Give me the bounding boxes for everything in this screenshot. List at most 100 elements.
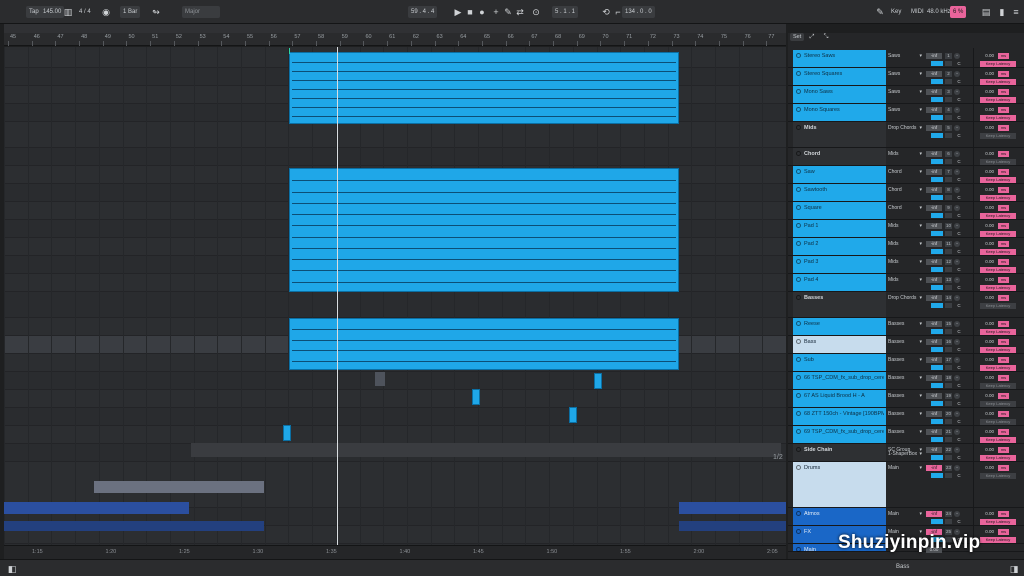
track-name-header[interactable]: Mono Saws bbox=[793, 86, 886, 103]
track-row[interactable]: Pad 3 Mids -inf12◦ C 0.00 ms Keep Latency bbox=[788, 256, 1024, 274]
delay-unit-button[interactable]: ms bbox=[998, 393, 1009, 399]
meter-field[interactable]: 4 / 4 bbox=[76, 6, 94, 18]
track-delay-field[interactable]: 0.00 bbox=[974, 205, 994, 211]
send-button[interactable] bbox=[945, 267, 952, 272]
fold-toggle-icon[interactable] bbox=[796, 511, 801, 516]
keep-latency-toggle[interactable]: Keep Latency bbox=[980, 347, 1016, 353]
track-row[interactable]: Pad 4 Mids -inf13◦ C 0.00 ms Keep Latency bbox=[788, 274, 1024, 292]
track-number[interactable]: 18 bbox=[945, 375, 952, 381]
solo-icon[interactable]: ◦ bbox=[954, 89, 960, 95]
delay-unit-button[interactable]: ms bbox=[998, 53, 1009, 59]
draw-mode-icon[interactable]: ✎ bbox=[874, 6, 886, 18]
quantize-select[interactable]: 1 Bar bbox=[120, 6, 141, 18]
volume-field[interactable]: -inf bbox=[926, 375, 942, 381]
track-name-header[interactable]: Atmos bbox=[793, 508, 886, 525]
track-row[interactable]: Mono Squares Saws -inf4◦ C 0.00 ms Keep Latenc… bbox=[788, 104, 1024, 122]
fold-toggle-icon[interactable] bbox=[796, 447, 801, 452]
loop-start-field[interactable]: 5 . 1 . 1 bbox=[552, 6, 579, 18]
pan-field[interactable] bbox=[931, 195, 943, 200]
send-button[interactable] bbox=[945, 519, 952, 524]
fold-toggle-icon[interactable] bbox=[796, 295, 801, 300]
pan-center[interactable]: C bbox=[956, 159, 962, 164]
time-ruler[interactable]: 1:15 1:20 1:25 1:30 1:35 1:40 1:45 1:50 1:55 2:00… bbox=[4, 545, 786, 559]
delay-unit-button[interactable]: ms bbox=[998, 511, 1009, 517]
fold-toggle-icon[interactable] bbox=[796, 169, 801, 174]
track-row[interactable]: Sawtooth Chord -inf8◦ C 0.00 ms Keep Latency bbox=[788, 184, 1024, 202]
delay-unit-button[interactable]: ms bbox=[998, 277, 1009, 283]
keep-latency-toggle[interactable]: Keep Latency bbox=[980, 365, 1016, 371]
track-number[interactable]: 14 bbox=[945, 295, 952, 301]
delay-unit-button[interactable]: ms bbox=[998, 241, 1009, 247]
solo-icon[interactable]: ◦ bbox=[954, 465, 960, 471]
audio-clip[interactable] bbox=[4, 502, 189, 514]
track-row[interactable]: Sub Basses -inf17◦ C 0.00 ms Keep Latency bbox=[788, 354, 1024, 372]
keep-latency-toggle[interactable]: Keep Latency bbox=[980, 213, 1016, 219]
arrangement-lane[interactable] bbox=[4, 292, 786, 318]
track-row[interactable]: Stereo Squares Saws -inf2◦ C 0.00 ms Keep Late… bbox=[788, 68, 1024, 86]
track-row[interactable]: Mids Drop Chords -inf5◦ C 0.00 ms Keep Latency bbox=[788, 122, 1024, 148]
track-number[interactable]: 19 bbox=[945, 393, 952, 399]
arrangement-lane[interactable] bbox=[4, 122, 786, 148]
collapse-icon[interactable]: ⤡ bbox=[822, 33, 830, 41]
fold-toggle-icon[interactable] bbox=[796, 53, 801, 58]
loop-icon[interactable]: ⟲ bbox=[600, 6, 612, 18]
volume-field[interactable]: -inf bbox=[926, 357, 942, 363]
track-number[interactable]: 17 bbox=[945, 357, 952, 363]
volume-field[interactable]: -inf bbox=[926, 295, 942, 301]
keep-latency-toggle[interactable]: Keep Latency bbox=[980, 473, 1016, 479]
pan-center[interactable]: C bbox=[956, 97, 962, 102]
output-routing-select[interactable]: Main bbox=[888, 511, 922, 517]
pan-center[interactable]: C bbox=[956, 79, 962, 84]
track-delay-field[interactable]: 0.00 bbox=[974, 295, 994, 301]
solo-icon[interactable]: ◦ bbox=[954, 375, 960, 381]
pan-center[interactable]: C bbox=[956, 419, 962, 424]
delay-unit-button[interactable]: ms bbox=[998, 447, 1009, 453]
pan-field[interactable] bbox=[931, 249, 943, 254]
output-routing-select[interactable]: Saws bbox=[888, 71, 922, 77]
pan-center[interactable]: C bbox=[956, 303, 962, 308]
track-number[interactable]: 20 bbox=[945, 411, 952, 417]
send-button[interactable] bbox=[945, 115, 952, 120]
track-delay-field[interactable]: 0.00 bbox=[974, 151, 994, 157]
send-button[interactable] bbox=[945, 231, 952, 236]
send-button[interactable] bbox=[945, 177, 952, 182]
keep-latency-toggle[interactable]: Keep Latency bbox=[980, 383, 1016, 389]
send-button[interactable] bbox=[945, 61, 952, 66]
track-name-header[interactable]: Saw bbox=[793, 166, 886, 183]
delay-unit-button[interactable]: ms bbox=[998, 529, 1009, 535]
output-routing-select[interactable]: Basses bbox=[888, 411, 922, 417]
fold-toggle-icon[interactable] bbox=[796, 205, 801, 210]
volume-field[interactable]: -inf bbox=[926, 187, 942, 193]
bar-ruler[interactable]: 45 46 47 48 49 50 51 52 53 54 55 56 57 58 59 60 61 62 63 64… bbox=[4, 24, 786, 46]
send-button[interactable] bbox=[945, 437, 952, 442]
fold-toggle-icon[interactable] bbox=[796, 259, 801, 264]
pan-field[interactable] bbox=[931, 455, 943, 460]
volume-field[interactable]: -inf bbox=[926, 53, 942, 59]
pan-field[interactable] bbox=[931, 419, 943, 424]
track-row[interactable]: Basses Drop Chords -inf14◦ C 0.00 ms Keep Late… bbox=[788, 292, 1024, 318]
solo-icon[interactable]: ◦ bbox=[954, 205, 960, 211]
solo-icon[interactable]: ◦ bbox=[954, 241, 960, 247]
volume-field[interactable]: -inf bbox=[926, 205, 942, 211]
stop-icon[interactable]: ■ bbox=[464, 6, 476, 18]
volume-field[interactable]: -inf bbox=[926, 393, 942, 399]
keep-latency-toggle[interactable]: Keep Latency bbox=[980, 231, 1016, 237]
volume-field[interactable]: -inf bbox=[926, 411, 942, 417]
pan-field[interactable] bbox=[931, 115, 943, 120]
solo-icon[interactable]: ◦ bbox=[954, 125, 960, 131]
output-routing-select[interactable]: Saws bbox=[888, 107, 922, 113]
track-delay-field[interactable]: 0.00 bbox=[974, 71, 994, 77]
send-button[interactable] bbox=[945, 249, 952, 254]
track-delay-field[interactable]: 0.00 bbox=[974, 447, 994, 453]
keep-latency-toggle[interactable]: Keep Latency bbox=[980, 159, 1016, 165]
pan-field[interactable] bbox=[931, 61, 943, 66]
midi-clip[interactable] bbox=[289, 318, 679, 370]
track-name-header[interactable]: Sub bbox=[793, 354, 886, 371]
output-routing-select[interactable]: Basses bbox=[888, 321, 922, 327]
track-delay-field[interactable]: 0.00 bbox=[974, 321, 994, 327]
arrangement-lane[interactable] bbox=[4, 408, 786, 426]
output-routing-select[interactable]: Basses bbox=[888, 357, 922, 363]
pan-field[interactable] bbox=[931, 401, 943, 406]
send-button[interactable] bbox=[945, 159, 952, 164]
pan-center[interactable]: C bbox=[956, 267, 962, 272]
